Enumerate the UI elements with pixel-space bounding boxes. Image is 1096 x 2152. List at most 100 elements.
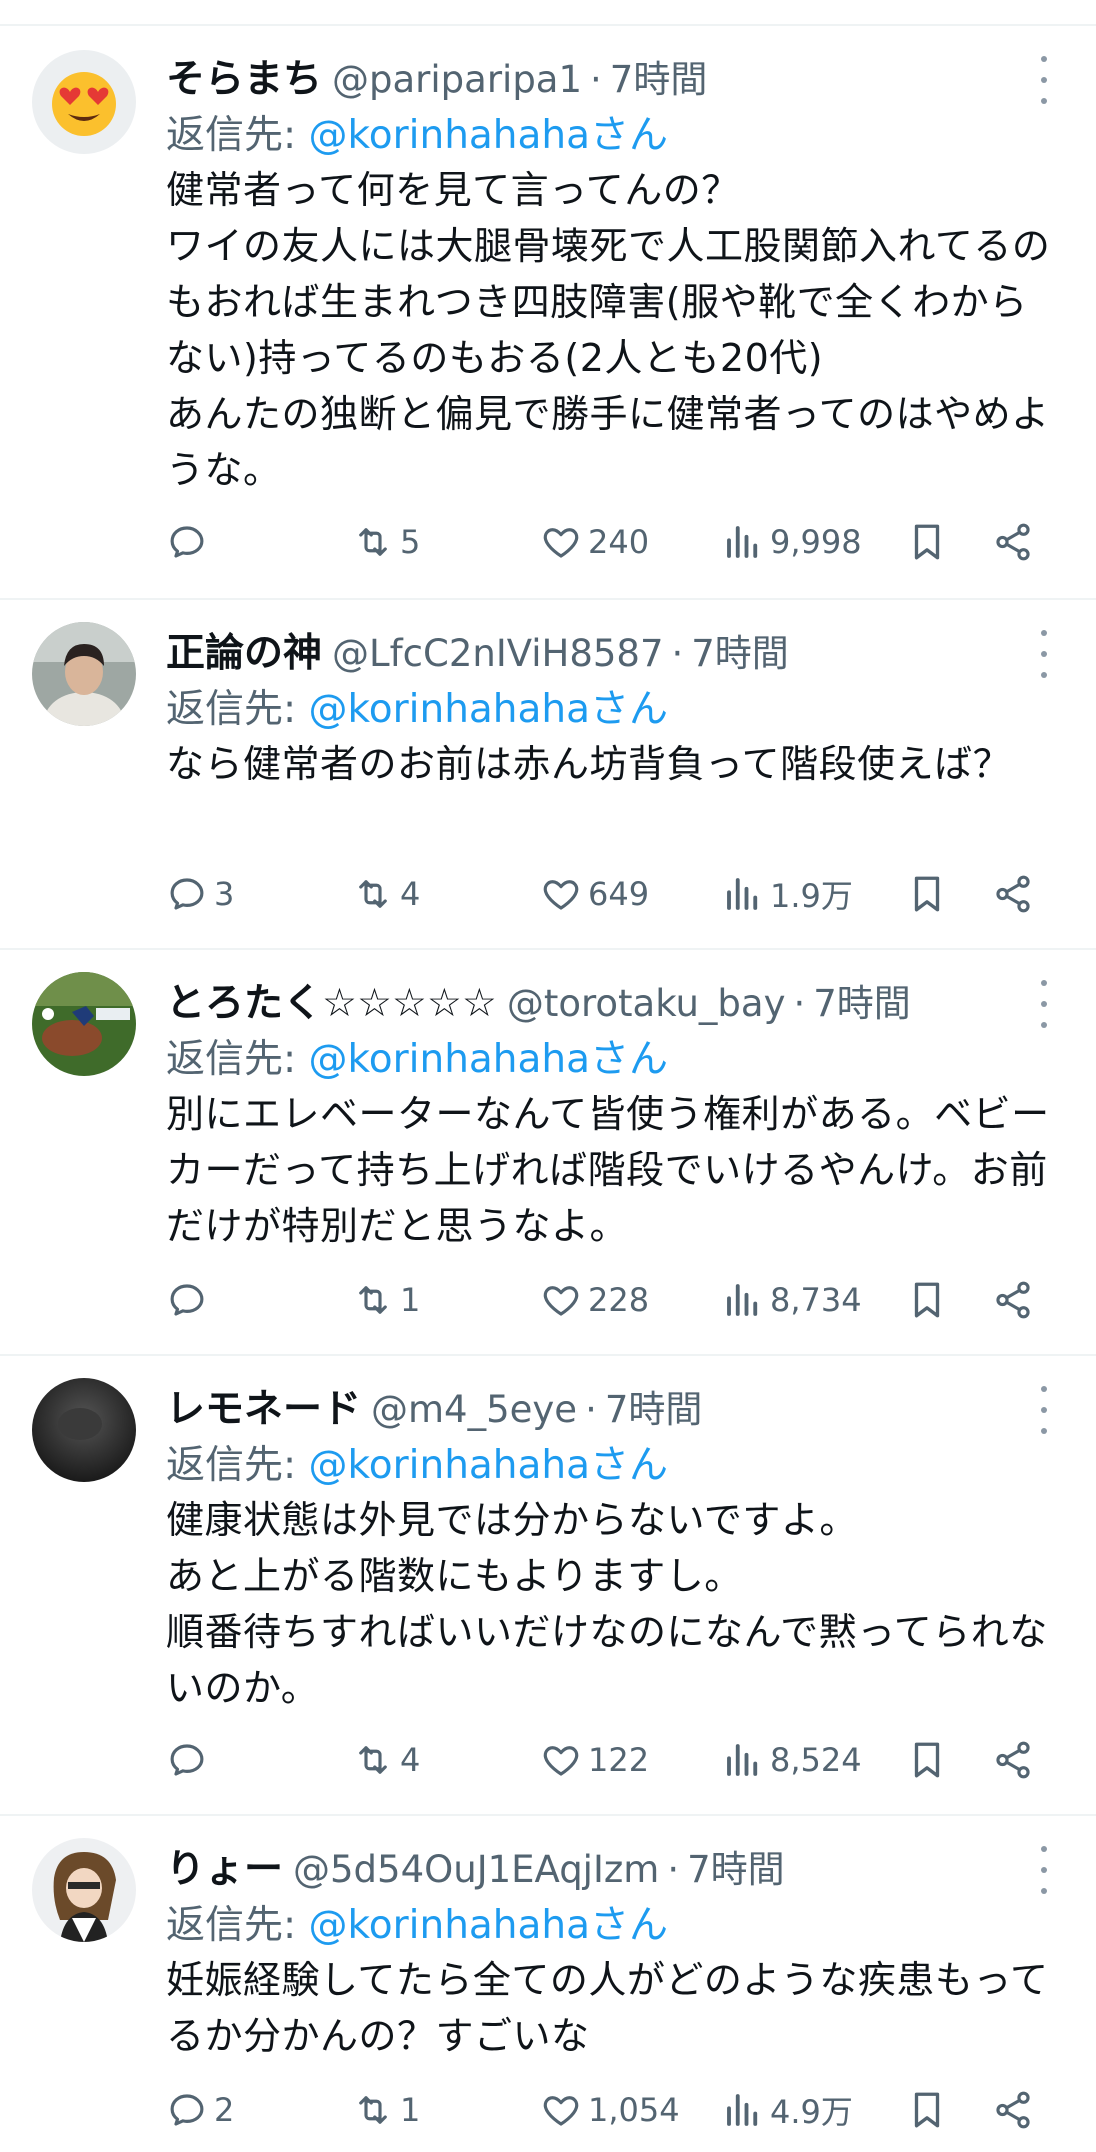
like-count: 649 bbox=[588, 875, 650, 913]
separator-dot: · bbox=[667, 1848, 680, 1891]
reply-to-label: 返信先: bbox=[166, 1443, 309, 1488]
reply-to-mention[interactable]: @korinhahahaさん bbox=[309, 1903, 669, 1948]
like-button[interactable]: 122 bbox=[540, 1736, 649, 1784]
user-handle[interactable]: @5d54OuJ1EAqjIzm bbox=[293, 1848, 659, 1891]
retweet-count: 1 bbox=[400, 1281, 421, 1319]
reply-count: 3 bbox=[214, 875, 235, 913]
reply-to-mention[interactable]: @korinhahahaさん bbox=[309, 1037, 669, 1082]
heart-icon bbox=[540, 873, 582, 915]
separator-dot: · bbox=[590, 58, 602, 101]
reply-button[interactable]: 2 bbox=[166, 2086, 234, 2134]
like-button[interactable]: 240 bbox=[540, 518, 649, 566]
view-count: 8,734 bbox=[770, 1281, 862, 1319]
action-bar: 5 240 9,998 bbox=[166, 518, 1066, 566]
retweet-count: 4 bbox=[400, 1741, 421, 1779]
reply-tweet[interactable]: とろたく☆☆☆☆☆ @torotaku_bay · 7時間 返信先: @kori… bbox=[0, 950, 1096, 1356]
views-button[interactable]: 1.9万 bbox=[722, 870, 853, 918]
tweet-text: なら健常者のお前は赤ん坊背負って階段使えば？ bbox=[166, 742, 1012, 786]
action-bar: 4 122 8,524 bbox=[166, 1736, 1066, 1784]
avatar[interactable] bbox=[32, 972, 136, 1076]
tweet-text: 健常者って何を見て言ってんの？ ワイの友人には大腿骨壊死で人工股関節入れてるのも… bbox=[166, 168, 1051, 492]
views-button[interactable]: 8,734 bbox=[722, 1276, 862, 1324]
display-name[interactable]: とろたく☆☆☆☆☆ bbox=[166, 972, 497, 1028]
display-name[interactable]: 正論の神 bbox=[166, 622, 322, 678]
retweet-button[interactable]: 4 bbox=[352, 1736, 420, 1784]
avatar[interactable] bbox=[32, 50, 136, 154]
retweet-button[interactable]: 5 bbox=[352, 518, 420, 566]
more-options-icon[interactable] bbox=[1032, 1846, 1056, 1894]
separator-dot: · bbox=[793, 982, 806, 1025]
reply-tweet[interactable]: りょー @5d54OuJ1EAqjIzm · 7時間 返信先: @korinha… bbox=[0, 1816, 1096, 2152]
timestamp[interactable]: 7時間 bbox=[691, 623, 789, 677]
timestamp[interactable]: 7時間 bbox=[605, 1379, 703, 1433]
display-name[interactable]: りょー bbox=[166, 1838, 283, 1894]
share-button[interactable] bbox=[992, 870, 1034, 918]
more-options-icon[interactable] bbox=[1032, 630, 1056, 678]
views-chart-icon bbox=[722, 521, 764, 563]
reply-to-mention[interactable]: @korinhahahaさん bbox=[309, 1443, 669, 1488]
user-handle[interactable]: @m4_5eye bbox=[371, 1388, 577, 1431]
share-button[interactable] bbox=[992, 1736, 1034, 1784]
bookmark-button[interactable] bbox=[906, 1736, 948, 1784]
reply-to-mention[interactable]: @korinhahahaさん bbox=[309, 113, 669, 158]
share-icon bbox=[992, 873, 1034, 915]
reply-button[interactable] bbox=[166, 518, 214, 566]
separator-dot: · bbox=[671, 632, 684, 675]
reply-tweet[interactable]: レモネード @m4_5eye · 7時間 返信先: @korinhahahaさん… bbox=[0, 1356, 1096, 1816]
reply-icon bbox=[166, 873, 208, 915]
reply-tweet[interactable]: そらまち @pariparipa1 · 7時間 返信先: @korinhahah… bbox=[0, 26, 1096, 600]
reply-icon bbox=[166, 521, 208, 563]
avatar[interactable] bbox=[32, 622, 136, 726]
retweet-icon bbox=[352, 2089, 394, 2131]
separator-dot: · bbox=[585, 1388, 597, 1431]
views-chart-icon bbox=[722, 1739, 764, 1781]
action-bar: 1 228 8,734 bbox=[166, 1276, 1066, 1324]
reply-button[interactable]: 3 bbox=[166, 870, 234, 918]
retweet-button[interactable]: 4 bbox=[352, 870, 420, 918]
views-button[interactable]: 9,998 bbox=[722, 518, 862, 566]
tweet-text: 妊娠経験してたら全ての人がどのような疾患もってるか分かんの？すごいな bbox=[166, 1958, 1049, 2058]
bookmark-button[interactable] bbox=[906, 870, 948, 918]
share-button[interactable] bbox=[992, 518, 1034, 566]
bookmark-button[interactable] bbox=[906, 1276, 948, 1324]
action-bar: 2 1 1,054 4.9万 bbox=[166, 2086, 1066, 2134]
timestamp[interactable]: 7時間 bbox=[687, 1839, 785, 1893]
retweet-button[interactable]: 1 bbox=[352, 1276, 420, 1324]
reply-button[interactable] bbox=[166, 1736, 214, 1784]
reply-tweet[interactable]: 正論の神 @LfcC2nIViH8587 · 7時間 返信先: @korinha… bbox=[0, 600, 1096, 950]
more-options-icon[interactable] bbox=[1032, 1386, 1056, 1434]
user-handle[interactable]: @torotaku_bay bbox=[507, 982, 786, 1025]
more-options-icon[interactable] bbox=[1032, 980, 1056, 1028]
user-handle[interactable]: @LfcC2nIViH8587 bbox=[332, 632, 663, 675]
retweet-button[interactable]: 1 bbox=[352, 2086, 420, 2134]
tweet-text: 健康状態は外見では分からないですよ。 あと上がる階数にもよりますし。 順番待ちす… bbox=[166, 1498, 1048, 1710]
view-count: 9,998 bbox=[770, 523, 862, 561]
heart-icon bbox=[540, 1279, 582, 1321]
like-button[interactable]: 1,054 bbox=[540, 2086, 680, 2134]
heart-icon bbox=[540, 521, 582, 563]
heart-icon bbox=[540, 1739, 582, 1781]
reply-icon bbox=[166, 2089, 208, 2131]
more-options-icon[interactable] bbox=[1032, 56, 1056, 104]
share-button[interactable] bbox=[992, 2086, 1034, 2134]
reply-count: 2 bbox=[214, 2091, 235, 2129]
like-button[interactable]: 649 bbox=[540, 870, 649, 918]
share-button[interactable] bbox=[992, 1276, 1034, 1324]
views-button[interactable]: 4.9万 bbox=[722, 2086, 853, 2134]
display-name[interactable]: レモネード bbox=[166, 1378, 361, 1434]
view-count: 8,524 bbox=[770, 1741, 862, 1779]
display-name[interactable]: そらまち bbox=[166, 48, 322, 104]
reply-to-mention[interactable]: @korinhahahaさん bbox=[309, 687, 669, 732]
timestamp[interactable]: 7時間 bbox=[610, 49, 708, 103]
reply-button[interactable] bbox=[166, 1276, 214, 1324]
like-count: 228 bbox=[588, 1281, 650, 1319]
avatar[interactable] bbox=[32, 1378, 136, 1482]
user-handle[interactable]: @pariparipa1 bbox=[332, 58, 582, 101]
like-button[interactable]: 228 bbox=[540, 1276, 649, 1324]
views-button[interactable]: 8,524 bbox=[722, 1736, 862, 1784]
bookmark-button[interactable] bbox=[906, 2086, 948, 2134]
reply-to-line: 返信先: @korinhahahaさん bbox=[166, 104, 668, 160]
bookmark-button[interactable] bbox=[906, 518, 948, 566]
timestamp[interactable]: 7時間 bbox=[813, 973, 911, 1027]
avatar[interactable] bbox=[32, 1838, 136, 1942]
